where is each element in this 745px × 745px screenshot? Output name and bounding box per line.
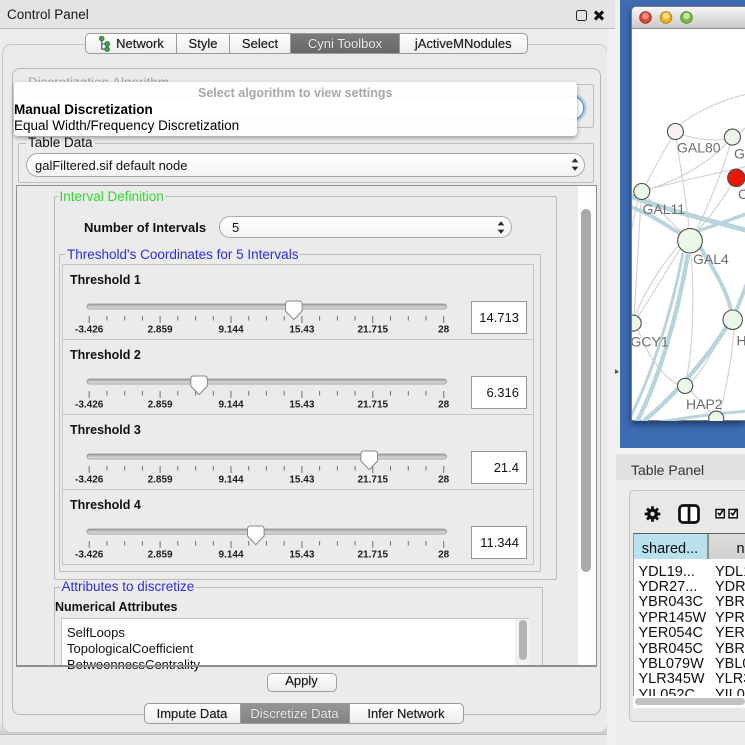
svg-text:28: 28	[438, 400, 450, 411]
svg-text:HIS4: HIS4	[737, 333, 745, 349]
svg-text:2.859: 2.859	[148, 550, 173, 561]
svg-text:2.859: 2.859	[148, 325, 173, 336]
svg-text:15.43: 15.43	[289, 550, 314, 561]
svg-text:GCY1: GCY1	[632, 334, 669, 350]
svg-text:HAP2: HAP2	[686, 396, 723, 412]
svg-text:2.859: 2.859	[148, 475, 173, 486]
svg-text:28: 28	[438, 475, 450, 486]
svg-text:21.715: 21.715	[358, 550, 389, 561]
svg-text:GAL3: GAL3	[734, 146, 745, 162]
svg-text:21.715: 21.715	[358, 400, 389, 411]
svg-text:-3.426: -3.426	[75, 550, 104, 561]
svg-text:GAL11: GAL11	[643, 201, 686, 217]
svg-text:2.859: 2.859	[148, 400, 173, 411]
svg-text:GAL4: GAL4	[693, 251, 729, 267]
svg-text:9.144: 9.144	[218, 475, 243, 486]
svg-text:28: 28	[438, 550, 450, 561]
svg-text:-3.426: -3.426	[75, 400, 104, 411]
svg-text:21.715: 21.715	[358, 475, 389, 486]
svg-text:21.715: 21.715	[358, 325, 389, 336]
svg-text:9.144: 9.144	[218, 325, 243, 336]
svg-text:9.144: 9.144	[218, 550, 243, 561]
svg-text:28: 28	[438, 325, 450, 336]
svg-text:9.144: 9.144	[218, 400, 243, 411]
svg-text:15.43: 15.43	[289, 400, 314, 411]
svg-text:-3.426: -3.426	[75, 475, 104, 486]
svg-text:-3.426: -3.426	[75, 325, 104, 336]
svg-text:15.43: 15.43	[289, 325, 314, 336]
svg-text:GAL80: GAL80	[677, 140, 721, 156]
svg-text:CY: CY	[738, 186, 745, 202]
svg-text:15.43: 15.43	[289, 475, 314, 486]
